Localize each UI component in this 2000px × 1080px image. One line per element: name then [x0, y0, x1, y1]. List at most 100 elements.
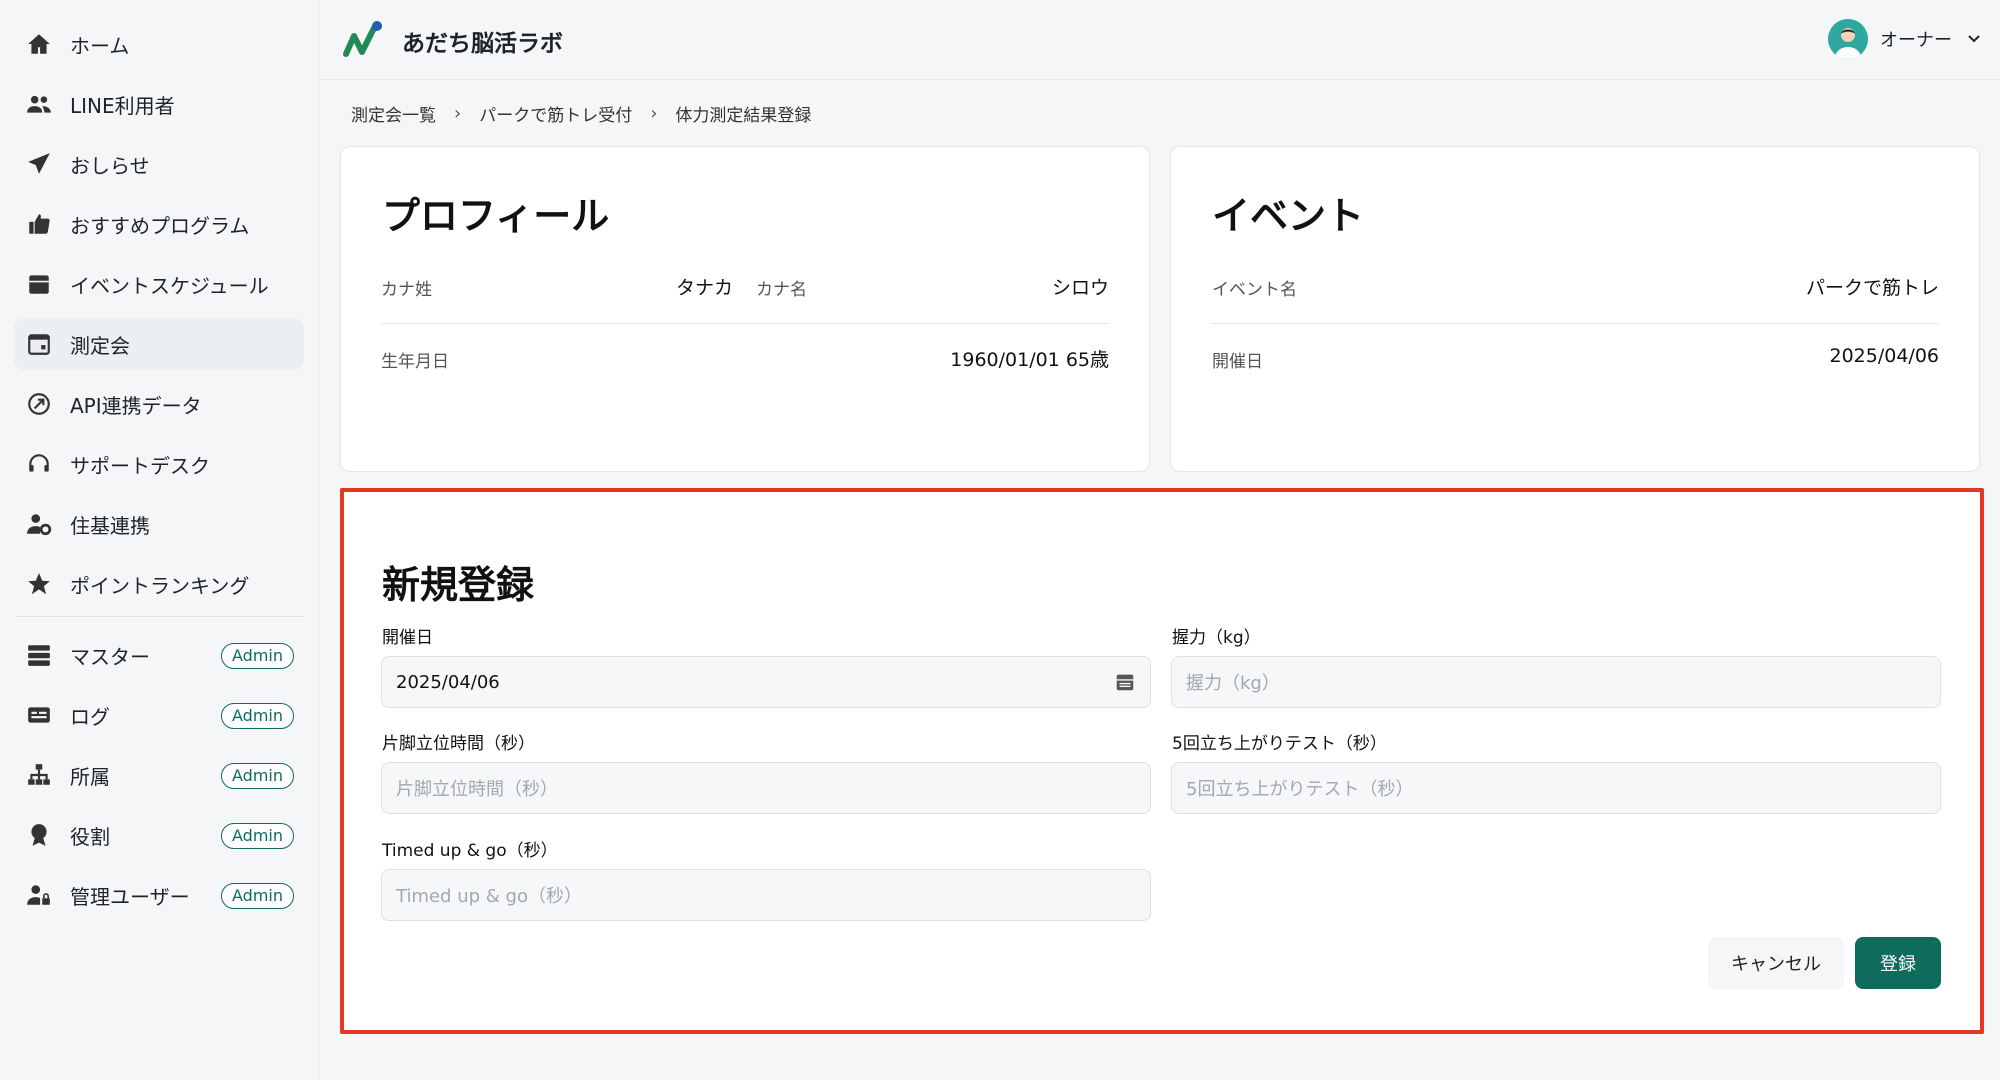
admin-badge: Admin	[221, 883, 294, 909]
sidebar-item-label: 測定会	[70, 333, 130, 358]
sidebar-item-home[interactable]: ホーム	[14, 18, 304, 70]
tug-placeholder: Timed up & go（秒）	[396, 886, 582, 907]
calendar-icon	[24, 269, 54, 299]
one-leg-input[interactable]: 片脚立位時間（秒）	[381, 762, 1151, 814]
event-title: イベント	[1212, 194, 1365, 238]
database-icon	[24, 640, 54, 670]
one-leg-label: 片脚立位時間（秒）	[382, 734, 535, 754]
sidebar-item-label: 住基連携	[70, 513, 150, 538]
sidebar-item-support-desk[interactable]: サポートデスク	[14, 438, 304, 490]
user-lock-icon	[24, 880, 54, 910]
breadcrumb-current: 体力測定結果登録	[675, 105, 812, 126]
date-label: 開催日	[382, 628, 433, 648]
stand-test-placeholder: 5回立ち上がりテスト（秒）	[1186, 779, 1414, 800]
kana-first-value: シロウ	[1051, 277, 1109, 299]
home-icon	[24, 29, 54, 59]
kana-last-value: タナカ	[676, 277, 734, 299]
sidebar-item-point-ranking[interactable]: ポイントランキング	[14, 558, 304, 610]
sidebar-item-affiliation[interactable]: 所属 Admin	[14, 749, 304, 801]
user-name: オーナー	[1880, 30, 1952, 51]
tug-input[interactable]: Timed up & go（秒）	[381, 869, 1151, 921]
kana-last-label: カナ姓	[381, 280, 432, 300]
tug-label: Timed up & go（秒）	[382, 841, 558, 861]
kana-first-label: カナ名	[756, 280, 807, 300]
sidebar-item-label: ホーム	[70, 33, 130, 58]
chevron-down-icon	[1968, 35, 1980, 43]
users-icon	[24, 89, 54, 119]
sidebar-item-label: LINE利用者	[70, 93, 175, 118]
event-divider	[1211, 323, 1939, 324]
date-input-value: 2025/04/06	[396, 671, 500, 693]
calendar-icon[interactable]	[1114, 671, 1136, 693]
event-date-label: 開催日	[1212, 352, 1263, 372]
user-menu[interactable]: オーナー	[1828, 18, 1982, 60]
stand-test-input[interactable]: 5回立ち上がりテスト（秒）	[1171, 762, 1941, 814]
profile-divider	[381, 323, 1109, 324]
sidebar-item-label: 所属	[70, 764, 110, 789]
brand-name[interactable]: あだち脳活ラボ	[402, 24, 563, 58]
admin-badge: Admin	[221, 763, 294, 789]
chevron-right-icon: ›	[650, 102, 658, 124]
admin-badge: Admin	[221, 703, 294, 729]
birth-value: 1960/01/01 65歳	[950, 349, 1109, 371]
sidebar-item-label: API連携データ	[70, 393, 202, 418]
sitemap-icon	[24, 760, 54, 790]
event-name-value: パークで筋トレ	[1805, 277, 1939, 299]
register-button[interactable]: 登録	[1855, 937, 1941, 989]
breadcrumb: 測定会一覧 › パークで筋トレ受付 › 体力測定結果登録	[351, 100, 811, 126]
sidebar-item-label: おすすめプログラム	[70, 213, 250, 238]
sidebar-divider	[16, 616, 304, 617]
sidebar-item-master[interactable]: マスター Admin	[14, 629, 304, 681]
admin-badge: Admin	[221, 643, 294, 669]
profile-title: プロフィール	[382, 194, 610, 238]
sidebar-item-log[interactable]: ログ Admin	[14, 689, 304, 741]
birth-label: 生年月日	[381, 352, 449, 372]
thumbs-up-icon	[24, 209, 54, 239]
sidebar-item-line-users[interactable]: LINE利用者	[14, 78, 304, 130]
top-header: あだち脳活ラボ オーナー	[320, 0, 2000, 80]
sidebar-item-role[interactable]: 役割 Admin	[14, 809, 304, 861]
event-date-value: 2025/04/06	[1829, 345, 1939, 367]
send-icon	[24, 149, 54, 179]
calendar-outline-icon	[24, 329, 54, 359]
log-icon	[24, 700, 54, 730]
sidebar-item-label: ポイントランキング	[70, 573, 250, 598]
stand-test-label: 5回立ち上がりテスト（秒）	[1172, 734, 1387, 754]
admin-badge: Admin	[221, 823, 294, 849]
sidebar-item-label: 役割	[70, 824, 110, 849]
chevron-right-icon: ›	[454, 102, 462, 124]
profile-card: プロフィール カナ姓 タナカ カナ名 シロウ 生年月日 1960/01/01 6…	[340, 146, 1150, 472]
form-title: 新規登録	[382, 563, 535, 607]
sidebar: ホーム LINE利用者 おしらせ おすすめプログラム イベントスケジュール 測定…	[0, 0, 319, 1080]
sidebar-item-event-schedule[interactable]: イベントスケジュール	[14, 258, 304, 310]
sidebar-item-news[interactable]: おしらせ	[14, 138, 304, 190]
sidebar-item-label: イベントスケジュール	[70, 273, 269, 298]
date-input[interactable]: 2025/04/06	[381, 656, 1151, 708]
sidebar-item-programs[interactable]: おすすめプログラム	[14, 198, 304, 250]
sidebar-item-label: 管理ユーザー	[70, 884, 190, 909]
sidebar-item-measurement[interactable]: 測定会	[14, 318, 304, 370]
sidebar-item-label: ログ	[70, 704, 110, 729]
event-name-label: イベント名	[1212, 280, 1297, 300]
sidebar-item-label: マスター	[70, 644, 150, 669]
one-leg-placeholder: 片脚立位時間（秒）	[396, 779, 558, 800]
api-icon	[24, 389, 54, 419]
headset-icon	[24, 449, 54, 479]
sidebar-item-api-data[interactable]: API連携データ	[14, 378, 304, 430]
breadcrumb-event-reception[interactable]: パークで筋トレ受付	[479, 101, 632, 126]
user-gear-icon	[24, 509, 54, 539]
grip-input[interactable]: 握力（kg）	[1171, 656, 1941, 708]
cancel-button[interactable]: キャンセル	[1708, 937, 1844, 989]
app-logo-icon[interactable]	[340, 18, 384, 62]
grip-placeholder: 握力（kg）	[1186, 673, 1280, 694]
sidebar-item-label: おしらせ	[70, 153, 150, 178]
breadcrumb-measurement-list[interactable]: 測定会一覧	[351, 101, 436, 126]
sidebar-item-resident-link[interactable]: 住基連携	[14, 498, 304, 550]
award-icon	[24, 820, 54, 850]
star-icon	[24, 569, 54, 599]
sidebar-item-admin-users[interactable]: 管理ユーザー Admin	[14, 869, 304, 921]
sidebar-item-label: サポートデスク	[70, 453, 210, 478]
grip-label: 握力（kg）	[1172, 628, 1261, 648]
event-card: イベント イベント名 パークで筋トレ 開催日 2025/04/06	[1170, 146, 1980, 472]
avatar	[1828, 19, 1868, 59]
